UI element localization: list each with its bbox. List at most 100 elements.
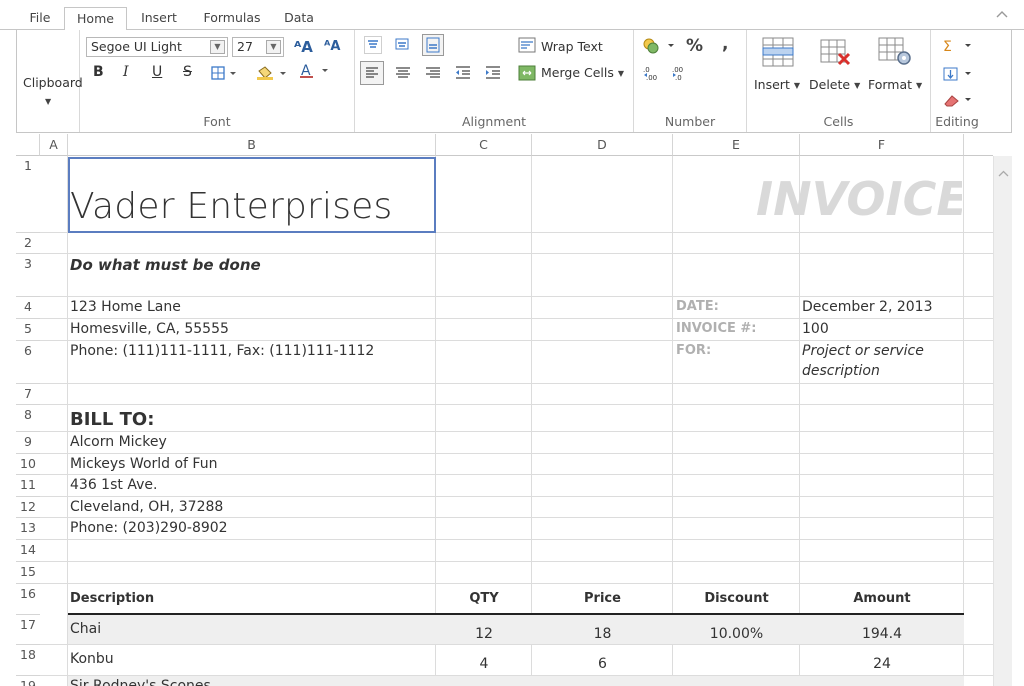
- wrap-text-button[interactable]: Wrap Text: [541, 39, 603, 54]
- column-header-e[interactable]: E: [673, 134, 800, 156]
- row-header[interactable]: 19: [16, 676, 40, 686]
- percent-button[interactable]: %: [686, 36, 703, 56]
- decrease-decimal-icon[interactable]: .00.0: [672, 65, 692, 85]
- collapse-ribbon-icon[interactable]: [996, 8, 1008, 21]
- date-label-cell[interactable]: DATE:: [676, 299, 719, 314]
- column-qty-header[interactable]: QTY: [436, 591, 532, 606]
- increase-decimal-icon[interactable]: .0.00: [643, 65, 663, 85]
- column-header-c[interactable]: C: [436, 134, 532, 156]
- align-left-icon[interactable]: [360, 61, 384, 85]
- bill-to-heading[interactable]: BILL TO:: [70, 409, 154, 430]
- address2-cell[interactable]: Homesville, CA, 55555: [70, 321, 229, 337]
- align-middle-icon[interactable]: [394, 36, 412, 54]
- font-color-icon[interactable]: A: [300, 63, 332, 83]
- merge-cells-icon[interactable]: [518, 65, 536, 85]
- column-price-header[interactable]: Price: [532, 591, 673, 606]
- tab-home[interactable]: Home: [64, 7, 127, 31]
- item-qty-cell[interactable]: 12: [436, 626, 532, 642]
- for-label-cell[interactable]: FOR:: [676, 343, 711, 358]
- tab-file[interactable]: File: [18, 7, 62, 30]
- item-price-cell[interactable]: 6: [532, 656, 673, 672]
- for-value-line1[interactable]: Project or service: [802, 343, 924, 359]
- align-right-icon[interactable]: [423, 63, 443, 87]
- address1-cell[interactable]: 123 Home Lane: [70, 299, 181, 315]
- phone-cell[interactable]: Phone: (111)111-1111, Fax: (111)111-1112: [70, 343, 374, 359]
- column-header-f[interactable]: F: [800, 134, 964, 156]
- item-amount-cell[interactable]: 194.4: [800, 626, 964, 642]
- autosum-icon[interactable]: Σ: [943, 38, 975, 57]
- row-header[interactable]: 8: [16, 405, 40, 432]
- vertical-scrollbar[interactable]: [993, 156, 1012, 686]
- font-size-select[interactable]: 27 ▼: [232, 37, 284, 57]
- bold-icon[interactable]: B: [93, 64, 104, 80]
- tab-data[interactable]: Data: [276, 7, 322, 30]
- item-price-cell[interactable]: 18: [532, 626, 673, 642]
- row-header[interactable]: 4: [16, 297, 40, 319]
- chevron-down-icon[interactable]: ▼: [210, 40, 225, 54]
- row-header[interactable]: 2: [16, 233, 40, 254]
- bill-company-cell[interactable]: Mickeys World of Fun: [70, 456, 217, 472]
- column-discount-header[interactable]: Discount: [673, 591, 800, 606]
- wrap-text-icon[interactable]: [518, 37, 536, 57]
- delete-cells-icon[interactable]: [819, 38, 853, 72]
- select-all-corner[interactable]: [16, 134, 40, 156]
- row-header[interactable]: 17: [16, 615, 40, 645]
- format-button[interactable]: Format ▼: [868, 77, 922, 92]
- invoice-title-cell[interactable]: INVOICE: [756, 172, 962, 226]
- column-header-a[interactable]: A: [40, 134, 68, 156]
- row-header[interactable]: 6: [16, 341, 40, 384]
- item-qty-cell[interactable]: 4: [436, 656, 532, 672]
- date-value-cell[interactable]: December 2, 2013: [802, 299, 932, 315]
- decrease-font-icon[interactable]: ᴬA: [324, 39, 340, 54]
- bill-city-cell[interactable]: Cleveland, OH, 37288: [70, 499, 223, 515]
- italic-icon[interactable]: I: [123, 64, 129, 80]
- row-header[interactable]: 14: [16, 540, 40, 562]
- delete-button[interactable]: Delete ▼: [809, 77, 860, 92]
- bill-phone-cell[interactable]: Phone: (203)290-8902: [70, 520, 228, 536]
- column-amount-header[interactable]: Amount: [800, 591, 964, 606]
- row-header[interactable]: 12: [16, 497, 40, 518]
- row-header[interactable]: 7: [16, 384, 40, 405]
- font-family-select[interactable]: Segoe UI Light ▼: [86, 37, 228, 57]
- row-header[interactable]: 10: [16, 454, 40, 475]
- increase-indent-icon[interactable]: [483, 63, 503, 87]
- row-header[interactable]: 13: [16, 518, 40, 540]
- for-value-line2[interactable]: description: [802, 363, 880, 379]
- slogan-cell[interactable]: Do what must be done: [70, 256, 261, 274]
- insert-button[interactable]: Insert ▼: [754, 77, 800, 92]
- fill-color-icon[interactable]: [256, 65, 288, 84]
- insert-cells-icon[interactable]: [761, 36, 795, 72]
- tab-formulas[interactable]: Formulas: [196, 7, 268, 30]
- row-header[interactable]: 9: [16, 432, 40, 454]
- item-amount-cell[interactable]: 24: [800, 656, 964, 672]
- invoice-number-label-cell[interactable]: INVOICE #:: [676, 321, 756, 336]
- clear-eraser-icon[interactable]: [943, 92, 975, 111]
- column-header-b[interactable]: B: [68, 134, 436, 156]
- format-cells-icon[interactable]: [877, 36, 913, 72]
- decrease-indent-icon[interactable]: [453, 63, 473, 87]
- bill-name-cell[interactable]: Alcorn Mickey: [70, 434, 167, 450]
- item-description-cell[interactable]: Sir Rodney's Scones: [70, 678, 211, 686]
- column-description-header[interactable]: Description: [70, 591, 154, 606]
- company-name-cell[interactable]: Vader Enterprises: [70, 186, 392, 227]
- clipboard-button[interactable]: Clipboard: [23, 75, 83, 90]
- invoice-number-cell[interactable]: 100: [802, 321, 829, 337]
- row-header[interactable]: 15: [16, 562, 40, 584]
- currency-format-icon[interactable]: [642, 37, 678, 59]
- row-header[interactable]: 16: [16, 584, 40, 615]
- merge-cells-button[interactable]: Merge Cells ▼: [541, 65, 624, 80]
- borders-icon[interactable]: [211, 65, 237, 84]
- align-top-icon[interactable]: [364, 36, 382, 54]
- comma-style-button[interactable]: ,: [722, 34, 728, 54]
- row-header[interactable]: 5: [16, 319, 40, 341]
- item-description-cell[interactable]: Chai: [70, 621, 101, 637]
- underline-icon[interactable]: U: [152, 64, 162, 80]
- bill-address-cell[interactable]: 436 1st Ave.: [70, 477, 157, 493]
- align-center-icon[interactable]: [393, 63, 413, 87]
- row-header[interactable]: 1: [16, 156, 40, 233]
- scroll-up-icon[interactable]: [998, 162, 1009, 181]
- fill-down-icon[interactable]: [943, 66, 975, 85]
- row-header[interactable]: 11: [16, 475, 40, 497]
- row-header[interactable]: 3: [16, 254, 40, 297]
- tab-insert[interactable]: Insert: [130, 7, 188, 30]
